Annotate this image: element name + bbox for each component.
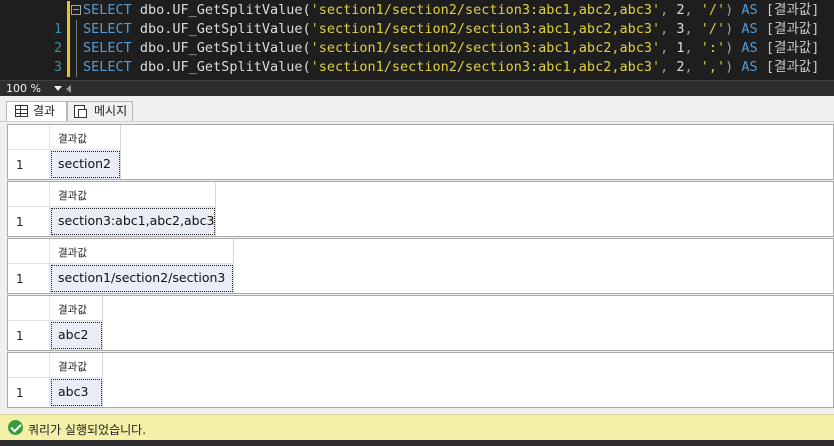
bottom-strip [0,440,834,446]
code-text: SELECT dbo.UF_GetSplitValue('section1/se… [83,21,820,37]
row-number[interactable]: 1 [8,264,50,293]
row-number[interactable]: 1 [8,150,50,179]
column-header[interactable]: 결과값 [50,182,216,207]
result-grid[interactable]: 결과값 1 section2 [7,124,834,180]
result-grid[interactable]: 결과값 1 abc3 [7,352,834,408]
result-cell[interactable]: abc2 [50,321,103,350]
fold-guide [76,39,77,58]
column-header[interactable]: 결과값 [50,125,121,150]
query-editor[interactable]: 1 SELECT dbo.UF_GetSplitValue('section1/… [0,0,834,94]
zoom-bar: 100 % [0,80,834,96]
grid-corner[interactable] [8,296,50,321]
message-icon [74,105,87,118]
grid-corner[interactable] [8,353,50,378]
row-number[interactable]: 1 [8,378,50,407]
change-marker [67,39,70,58]
result-grid[interactable]: 결과값 1 section3:abc1,abc2,abc3 [7,181,834,237]
chevron-down-icon[interactable] [54,86,62,91]
code-line[interactable]: 2 SELECT dbo.UF_GetSplitValue('section1/… [0,20,834,56]
change-marker [67,20,70,39]
column-header[interactable]: 결과값 [50,353,103,378]
change-marker [67,58,70,77]
fold-guide [76,20,77,39]
result-cell[interactable]: section3:abc1,abc2,abc3 [50,207,216,236]
code-line[interactable]: 3 SELECT dbo.UF_GetSplitValue('section1/… [0,39,834,75]
grid-corner[interactable] [8,239,50,264]
grid-icon [15,105,28,117]
code-line[interactable]: 1 SELECT dbo.UF_GetSplitValue('section1/… [0,1,834,37]
scroll-left-icon[interactable] [66,85,71,93]
tab-results[interactable]: 결과 [6,101,67,121]
result-cell[interactable]: abc3 [50,378,103,407]
grid-corner[interactable] [8,182,50,207]
tab-results-label: 결과 [33,104,56,118]
code-text: SELECT dbo.UF_GetSplitValue('section1/se… [83,40,820,56]
status-message: 쿼리가 실행되었습니다. [28,423,147,437]
result-cell[interactable]: section1/section2/section3 [50,264,234,293]
grid-corner[interactable] [8,125,50,150]
code-line[interactable]: 4 SELECT dbo.UF_GetSplitValue('section1/… [0,58,834,94]
result-grid[interactable]: 결과값 1 section1/section2/section3 [7,238,834,294]
row-number[interactable]: 1 [8,321,50,350]
collapse-icon[interactable] [71,5,81,15]
result-tabs: 결과 메시지 [0,96,834,122]
change-marker [67,1,70,20]
tab-messages-label: 메시지 [94,104,128,118]
zoom-level[interactable]: 100 % [6,82,41,95]
fold-guide [76,58,77,77]
code-text: SELECT dbo.UF_GetSplitValue('section1/se… [83,2,820,18]
result-cell[interactable]: section2 [50,150,121,179]
column-header[interactable]: 결과값 [50,296,103,321]
check-circle-icon [8,420,23,435]
row-number[interactable]: 1 [8,207,50,236]
code-text: SELECT dbo.UF_GetSplitValue('section1/se… [83,59,820,75]
status-bar: 쿼리가 실행되었습니다. [0,414,834,440]
results-pane: 결과 메시지 결과값 1 section2 결과값 1 section3:abc… [0,96,834,414]
tab-messages[interactable]: 메시지 [67,101,133,121]
column-header[interactable]: 결과값 [50,239,234,264]
result-grid[interactable]: 결과값 1 abc2 [7,295,834,351]
